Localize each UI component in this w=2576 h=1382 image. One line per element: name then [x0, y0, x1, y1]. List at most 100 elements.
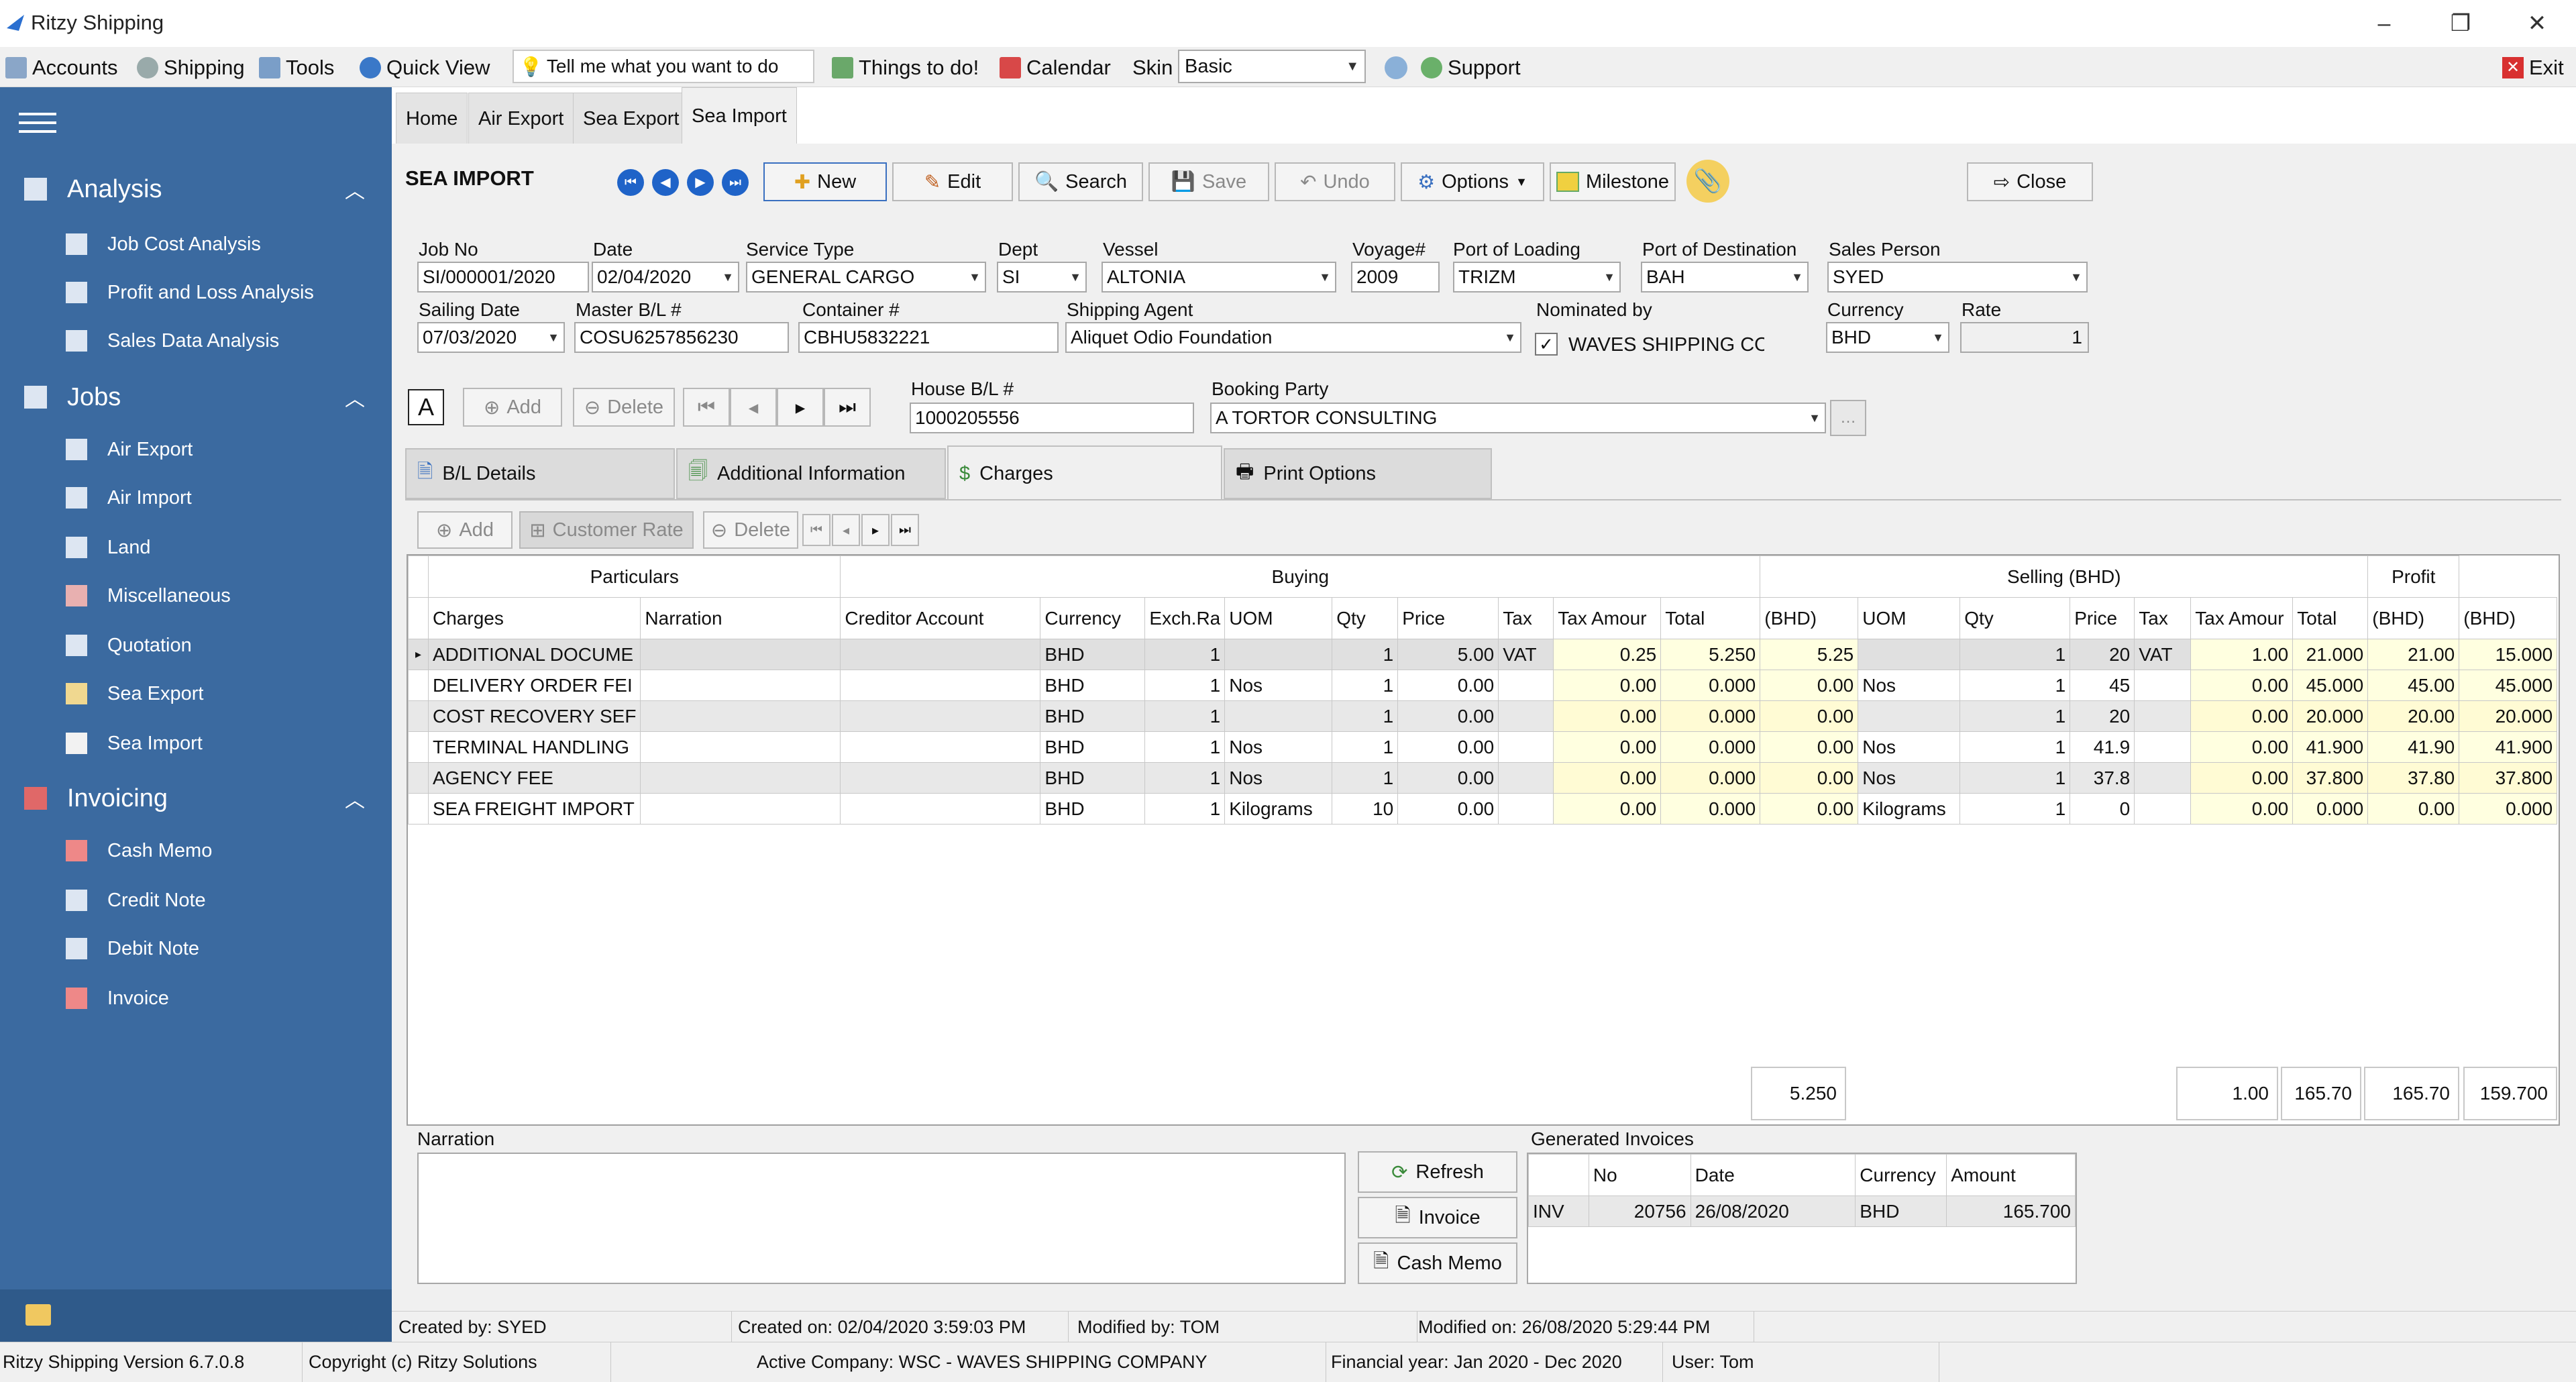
table-cell[interactable]: 20.00 — [2367, 700, 2460, 732]
table-cell[interactable]: 1 — [1960, 793, 2071, 825]
table-cell[interactable]: 20 — [2070, 700, 2135, 732]
charge-delete-button[interactable]: ⊖ Delete — [703, 511, 798, 549]
table-cell[interactable] — [2134, 670, 2192, 701]
table-cell[interactable]: 0.00 — [2190, 670, 2294, 701]
table-cell[interactable]: 1 — [1960, 670, 2071, 701]
tab-home[interactable]: Home — [396, 93, 468, 144]
sidebar-item-debit-note[interactable]: Debit Note — [0, 930, 392, 967]
shipping-agent-select[interactable]: Aliquet Odio Foundation ▼ — [1065, 322, 1521, 353]
table-row[interactable]: DELIVERY ORDER FEI BHD 1 Nos 1 0.00 0.00 0.000 0… — [408, 670, 2558, 701]
row-indicator[interactable] — [408, 700, 429, 732]
menu-quick-view[interactable]: Quick View — [360, 55, 490, 81]
sales-person-select[interactable]: SYED ▼ — [1827, 262, 2088, 293]
col-buy-qty[interactable]: Qty — [1332, 597, 1399, 639]
table-cell[interactable]: ADDITIONAL DOCUME — [427, 639, 641, 670]
table-cell[interactable]: Kilograms — [1858, 793, 1961, 825]
table-cell[interactable]: 0.000 — [1660, 762, 1761, 794]
last-record-icon[interactable]: ⏭ — [722, 169, 749, 196]
charge-add-button[interactable]: ⊕ Add — [417, 511, 513, 549]
table-cell[interactable]: BHD — [1040, 700, 1146, 732]
table-cell[interactable]: 1 — [1144, 639, 1226, 670]
options-button[interactable]: ⚙ Options ▼ — [1401, 162, 1544, 201]
table-cell[interactable]: 0.00 — [1760, 731, 1859, 763]
table-cell[interactable]: 45 — [2070, 670, 2135, 701]
row-indicator[interactable] — [408, 762, 429, 794]
tell-me-input[interactable]: 💡 Tell me what you want to do — [513, 50, 814, 83]
table-row[interactable]: COST RECOVERY SEF BHD 1 1 0.00 0.00 0.000 0.00 1… — [408, 700, 2558, 732]
table-cell[interactable]: 0.000 — [1660, 793, 1761, 825]
narration-textarea[interactable] — [417, 1153, 1346, 1284]
table-row[interactable]: TERMINAL HANDLING BHD 1 Nos 1 0.00 0.00 0.000 0.… — [408, 731, 2558, 763]
table-cell[interactable]: 0.00 — [1553, 762, 1662, 794]
customer-rate-button[interactable]: ⊞ Customer Rate — [519, 511, 694, 549]
dept-select[interactable]: SI ▼ — [997, 262, 1087, 293]
table-cell[interactable]: 0.00 — [1760, 793, 1859, 825]
table-cell[interactable]: BHD — [1040, 731, 1146, 763]
table-cell[interactable]: 0.00 — [1760, 700, 1859, 732]
table-cell[interactable]: Nos — [1858, 731, 1961, 763]
table-cell[interactable]: 21.000 — [2292, 639, 2369, 670]
job-no-field[interactable]: SI/000001/2020 — [417, 262, 589, 293]
table-cell[interactable]: 0.00 — [2190, 793, 2294, 825]
table-cell[interactable] — [640, 670, 841, 701]
sidebar-item-miscellaneous[interactable]: Miscellaneous — [0, 577, 392, 615]
table-cell[interactable]: Nos — [1858, 762, 1961, 794]
tab-sea-import[interactable]: Sea Import — [682, 87, 797, 144]
tab-sea-export[interactable]: Sea Export — [573, 93, 690, 144]
currency-select[interactable]: BHD ▼ — [1826, 322, 1949, 353]
table-cell[interactable]: 0.000 — [1660, 700, 1761, 732]
table-cell[interactable]: 0.00 — [1553, 670, 1662, 701]
font-button[interactable]: A — [408, 389, 444, 425]
table-cell[interactable]: 1 — [1960, 762, 2071, 794]
service-type-select[interactable]: GENERAL CARGO ▼ — [746, 262, 986, 293]
table-cell[interactable]: 21.00 — [2367, 639, 2460, 670]
house-bl-field[interactable]: 1000205556 — [910, 403, 1194, 433]
table-cell[interactable]: 45.000 — [2292, 670, 2369, 701]
refresh-button[interactable]: ⟳ Refresh — [1358, 1151, 1517, 1193]
vessel-select[interactable]: ALTONIA ▼ — [1102, 262, 1336, 293]
table-cell[interactable]: 1 — [1144, 700, 1226, 732]
master-bl-field[interactable]: COSU6257856230 — [574, 322, 789, 353]
inv-col-currency[interactable]: Currency — [1855, 1154, 1947, 1196]
col-currency[interactable]: Currency — [1040, 597, 1146, 639]
table-cell[interactable]: 37.800 — [2292, 762, 2369, 794]
tab-charges[interactable]: $ Charges — [947, 445, 1222, 500]
inv-col-no[interactable]: No — [1588, 1154, 1691, 1196]
table-row[interactable]: SEA FREIGHT IMPORT BHD 1 Kilograms 10 0.00 0.0… — [408, 793, 2558, 825]
inv-col-amount[interactable]: Amount — [1946, 1154, 2076, 1196]
close-button[interactable]: ⇨ Close — [1967, 162, 2093, 201]
table-cell[interactable]: 0.00 — [1760, 762, 1859, 794]
sidebar-group-invoicing[interactable]: Invoicing ︿ — [0, 778, 392, 818]
booking-party-select[interactable]: A TORTOR CONSULTING ▼ — [1210, 403, 1826, 433]
sidebar-item-land[interactable]: Land — [0, 529, 392, 566]
table-cell[interactable] — [640, 793, 841, 825]
table-cell[interactable]: Nos — [1224, 670, 1333, 701]
table-cell[interactable]: 1 — [1960, 700, 2071, 732]
table-cell[interactable]: 0.000 — [1660, 670, 1761, 701]
table-cell[interactable]: COST RECOVERY SEF — [427, 700, 641, 732]
table-cell[interactable] — [1498, 700, 1554, 732]
table-cell[interactable]: BHD — [1040, 762, 1146, 794]
table-cell[interactable] — [840, 700, 1041, 732]
minimize-icon[interactable]: – — [2364, 7, 2404, 40]
table-cell[interactable]: 0.00 — [2190, 762, 2294, 794]
col-sell-total[interactable]: Total — [2292, 597, 2369, 639]
table-cell[interactable] — [1858, 639, 1961, 670]
charge-prev-icon[interactable]: ◂ — [832, 514, 860, 546]
table-cell[interactable]: 1 — [1960, 639, 2071, 670]
table-cell[interactable]: 1 — [1144, 762, 1226, 794]
table-cell[interactable]: 41.9 — [2070, 731, 2135, 763]
table-cell[interactable]: VAT — [1498, 639, 1554, 670]
col-buy-tax[interactable]: Tax — [1498, 597, 1554, 639]
row-indicator[interactable] — [408, 793, 429, 825]
tab-air-export[interactable]: Air Export — [468, 93, 574, 144]
charge-next-icon[interactable]: ▸ — [861, 514, 890, 546]
row-indicator[interactable]: ▸ — [408, 639, 429, 670]
menu-tools[interactable]: Tools — [259, 55, 334, 81]
next-record-icon[interactable]: ▶ — [687, 169, 714, 196]
attachment-icon[interactable]: 📎 — [1686, 160, 1729, 203]
sidebar-item-air-export[interactable]: Air Export — [0, 431, 392, 468]
table-cell[interactable] — [2134, 793, 2192, 825]
table-cell[interactable]: 0.00 — [1397, 731, 1499, 763]
container-field[interactable]: CBHU5832221 — [798, 322, 1059, 353]
